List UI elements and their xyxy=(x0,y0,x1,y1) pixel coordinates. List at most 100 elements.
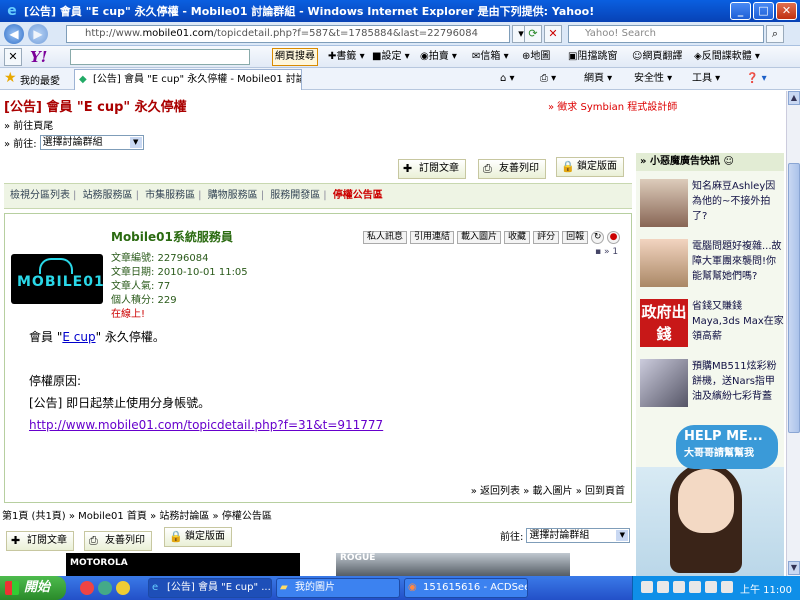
map-button[interactable]: ⊕地圖 xyxy=(520,48,552,66)
page-menu[interactable]: 網頁 ▾ xyxy=(584,71,612,87)
translate-button[interactable]: ☺網頁翻譯 xyxy=(630,48,684,66)
shield-icon: ◈ xyxy=(694,51,702,62)
scroll-thumb[interactable] xyxy=(788,163,800,433)
help-icon[interactable]: ❓ ▾ xyxy=(746,71,767,87)
scroll-up-icon[interactable]: ▲ xyxy=(788,91,800,105)
goto-label-bottom: 前往: xyxy=(500,532,524,543)
edit-icon[interactable]: ↻ xyxy=(591,231,605,244)
goto-bottom-link[interactable]: » 前往頁尾 xyxy=(4,117,53,132)
post-author[interactable]: Mobile01系統服務員 xyxy=(111,228,233,245)
post-body: 會員 "E cup" 永久停權。 停權原因: [公告] 即日起禁止使用分身帳號。… xyxy=(29,326,383,436)
taskbar-item-ie[interactable]: e [公告] 會員 "E cup" ... xyxy=(148,578,272,598)
subscribe-button[interactable]: ✚ 訂閱文章 xyxy=(398,159,466,179)
forum-select[interactable]: 選擇討論群組 xyxy=(39,135,144,150)
quicklaunch-icon[interactable] xyxy=(80,581,94,595)
ad-item[interactable]: 政府出錢 省錢又賺錢Maya,3ds Max在家領高薪 xyxy=(640,297,784,349)
scroll-down-icon[interactable]: ▼ xyxy=(788,561,800,575)
quote-link-button[interactable]: 引用連結 xyxy=(410,231,455,244)
address-input[interactable]: http://www.mobile01.com/topicdetail.php?… xyxy=(66,25,510,43)
pagination-breadcrumb[interactable]: 第1頁 (共1頁) » Mobile01 首頁 » 站務討論區 » 停權公告區 xyxy=(2,507,272,522)
tray-icon[interactable] xyxy=(657,581,669,593)
maximize-button[interactable]: □ xyxy=(753,2,774,20)
goto-row: » 前往: 選擇討論群組 xyxy=(4,135,144,150)
favorites-star-icon[interactable]: ★ xyxy=(4,70,17,86)
close-button[interactable]: ✕ xyxy=(776,2,797,20)
rogue-banner[interactable]: ROGUE xyxy=(336,553,570,576)
ad-item[interactable]: 知名麻豆Ashley因為他的~不接外拍了? xyxy=(640,177,784,229)
browser-tab[interactable]: ◆ [公告] 會員 "E cup" 永久停權 - Mobile01 討論群組 xyxy=(74,69,302,90)
category-link-market[interactable]: 市集服務區 xyxy=(145,190,195,201)
tray-icon[interactable] xyxy=(689,581,701,593)
forum-select-bottom[interactable]: 選擇討論群組 xyxy=(526,528,631,543)
printer-icon: ⎙ xyxy=(483,162,492,175)
post-tools: 私人訊息 引用連結 載入圖片 收藏 評分 回報 ↻ ● xyxy=(363,231,621,244)
favorites-label[interactable]: 我的最愛 xyxy=(20,72,60,87)
antiphishing-button[interactable]: ◈反間諜軟體 ▾ xyxy=(692,48,762,66)
ad-banner-image[interactable] xyxy=(636,463,784,576)
ad-item[interactable]: 電腦問題好複雜...故障大軍團來襲問!你能幫幫她們嗎? xyxy=(640,237,784,289)
post: Mobile01系統服務員 私人訊息 引用連結 載入圖片 收藏 評分 回報 ↻ … xyxy=(4,213,632,503)
auction-button[interactable]: ◉拍賣 ▾ xyxy=(418,48,459,66)
taskbar-item-acdsee[interactable]: ◉151615616 - ACDSee ... xyxy=(404,578,528,598)
start-button[interactable]: 開始 xyxy=(0,576,66,600)
load-images-button[interactable]: 載入圖片 xyxy=(457,231,502,244)
search-input[interactable]: Yahoo! Search xyxy=(568,25,764,43)
security-menu[interactable]: 安全性 ▾ xyxy=(634,71,672,87)
tray-icon[interactable] xyxy=(673,581,685,593)
vertical-scrollbar[interactable]: ▲ ▼ xyxy=(786,91,800,576)
lock-button-bottom[interactable]: 🔒 鎖定版面 xyxy=(164,527,232,547)
post-footer-links[interactable]: » 返回列表 » 載入圖片 » 回到頁首 xyxy=(471,482,625,497)
bookmarks-button[interactable]: ✚書籤 ▾ xyxy=(326,48,367,66)
subscribe-button-bottom[interactable]: ✚ 訂閱文章 xyxy=(6,531,74,551)
help-me-bubble[interactable]: HELP ME... 大哥哥請幫幫我 xyxy=(676,425,778,469)
tray-icon[interactable] xyxy=(641,581,653,593)
tools-menu[interactable]: 工具 ▾ xyxy=(692,71,720,87)
yahoo-search-input[interactable] xyxy=(70,49,250,65)
home-icon[interactable]: ⌂ ▾ xyxy=(500,71,515,87)
floor-flag-icon: ▪ xyxy=(595,247,602,257)
category-link-list[interactable]: 檢視分區列表 xyxy=(10,190,70,201)
mail-button[interactable]: ✉信箱 ▾ xyxy=(470,48,511,66)
stop-button[interactable]: ✕ xyxy=(544,25,562,43)
print-button[interactable]: ⎙ 友善列印 xyxy=(478,159,546,179)
yahoo-logo[interactable]: Y! xyxy=(30,48,47,66)
volume-icon[interactable] xyxy=(721,581,733,593)
refresh-button[interactable]: ⟳ xyxy=(524,25,542,43)
minimize-button[interactable]: _ xyxy=(730,2,751,20)
print-button-bottom[interactable]: ⎙ 友善列印 xyxy=(84,531,152,551)
forward-button[interactable]: ▶ xyxy=(28,24,48,44)
taskbar: 開始 e [公告] 會員 "E cup" ... ▰ 我的圖片 ◉ 151615616… xyxy=(0,576,800,600)
search-icon[interactable]: ⌕ xyxy=(766,25,784,43)
ad-link[interactable]: » 徵求 Symbian 程式設計師 xyxy=(548,98,677,113)
ie-icon: e xyxy=(152,582,159,593)
category-link-shopping[interactable]: 購物服務區 xyxy=(208,190,258,201)
print-icon[interactable]: ⎙ ▾ xyxy=(540,71,556,87)
rate-button[interactable]: 評分 xyxy=(533,231,560,244)
category-link-dev[interactable]: 服務開發區 xyxy=(270,190,320,201)
report-button[interactable]: 回報 xyxy=(562,231,589,244)
delete-icon[interactable]: ● xyxy=(607,231,621,244)
quicklaunch-icon[interactable] xyxy=(98,581,112,595)
title-bar: e [公告] 會員 "E cup" 永久停權 - Mobile01 討論群組 -… xyxy=(0,0,800,22)
lock-button[interactable]: 🔒 鎖定版面 xyxy=(556,157,624,177)
clock: 上午 11:00 xyxy=(740,585,792,596)
lock-icon: 🔒 xyxy=(169,530,183,543)
tray-icon[interactable] xyxy=(705,581,717,593)
private-message-button[interactable]: 私人訊息 xyxy=(363,231,408,244)
banned-user-link[interactable]: E cup xyxy=(62,330,95,344)
settings-button[interactable]: ■設定 ▾ xyxy=(370,48,412,66)
category-link-site[interactable]: 站務服務區 xyxy=(83,190,133,201)
back-button[interactable]: ◀ xyxy=(4,24,24,44)
toolbar-menu-icon[interactable]: ✕ xyxy=(4,48,22,66)
web-search-button[interactable]: 網頁搜尋 xyxy=(272,48,318,66)
post-meta: 文章編號: 22796084 文章日期: 2010-10-01 11:05 文章… xyxy=(111,252,248,322)
category-link-ban[interactable]: 停權公告區 xyxy=(333,190,383,201)
subscribe-icon: ✚ xyxy=(403,162,413,175)
quicklaunch-icon[interactable] xyxy=(116,581,130,595)
reference-link[interactable]: http://www.mobile01.com/topicdetail.php?… xyxy=(29,414,383,436)
ad-item[interactable]: 預購MB511炫彩粉餅機，送Nars指甲油及繽紛七彩背蓋 xyxy=(640,357,784,409)
popup-block-button[interactable]: ▣阻擋跳窗 xyxy=(566,48,619,66)
favorite-button[interactable]: 收藏 xyxy=(504,231,531,244)
motorola-banner[interactable]: MOTOROLA xyxy=(66,553,300,576)
taskbar-item-pictures[interactable]: ▰ 我的圖片 xyxy=(276,578,400,598)
